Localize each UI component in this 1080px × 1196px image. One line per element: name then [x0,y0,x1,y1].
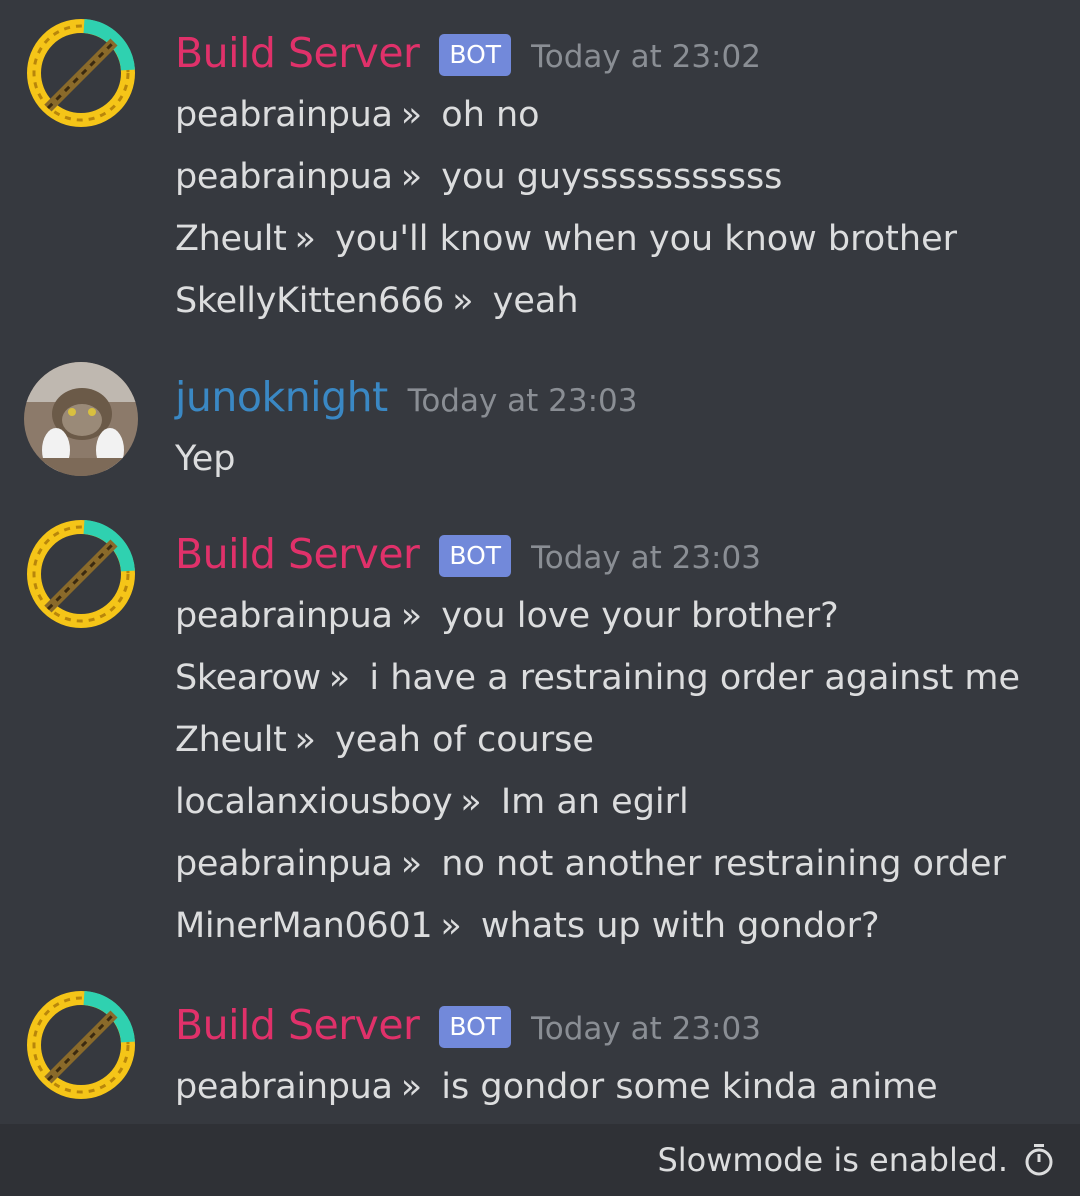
message-line: peabrainpua» oh no [175,84,1080,146]
message-line: SkellyKitten666» yeah [175,270,1080,332]
relay-separator: » [400,596,423,636]
bot-badge: BOT [439,535,512,577]
message-group: Build Server BOT Today at 23:03 peabrain… [0,520,1080,957]
relay-text: whats up with gondor? [480,906,880,946]
message-line: localanxiousboy» Im an egirl [175,771,1080,833]
relay-sender: Zheult [175,219,287,259]
relay-separator: » [294,720,316,760]
message-line: peabrainpua» is gondor some kinda anime [175,1056,1080,1118]
relay-text: is gondor some kinda anime [441,1067,938,1107]
message-line: Zheult» yeah of course [175,709,1080,771]
bot-badge: BOT [439,34,512,76]
relay-text: yeah of course [335,720,594,760]
slowmode-bar: Slowmode is enabled. [0,1124,1080,1196]
message-header: junoknight Today at 23:03 [175,366,1080,428]
relay-separator: » [452,281,474,321]
chat-messages: Build Server BOT Today at 23:02 peabrain… [0,0,1080,1124]
relay-text: you love your brother? [441,596,839,636]
relay-sender: peabrainpua [175,1067,393,1107]
build-server-avatar[interactable] [24,517,138,631]
slowmode-notice: Slowmode is enabled. [657,1141,1008,1179]
relay-separator: » [460,782,482,822]
relay-separator: » [400,157,423,197]
build-server-avatar[interactable] [24,988,138,1102]
relay-sender: peabrainpua [175,157,393,197]
message-group: junoknight Today at 23:03 Yep [0,362,1080,490]
relay-separator: » [400,95,423,135]
relay-text: Im an egirl [500,782,689,822]
message-group: Build Server BOT Today at 23:02 peabrain… [0,19,1080,332]
message-line: Skearow» i have a restraining order agai… [175,647,1080,709]
pickaxe-icon [27,19,135,127]
relay-text: you'll know when you know brother [335,219,957,259]
relay-separator: » [328,658,351,698]
relay-text: no not another restraining order [441,844,1006,884]
message-timestamp: Today at 23:03 [407,383,638,419]
bot-badge: BOT [439,1006,512,1048]
cat-photo-icon [24,362,138,476]
message-header: Build Server BOT Today at 23:02 [175,22,1080,84]
author-name[interactable]: junoknight [175,366,388,428]
relay-sender: SkellyKitten666 [175,281,445,321]
relay-sender: MinerMan0601 [175,906,433,946]
relay-separator: » [440,906,462,946]
relay-sender: Skearow [175,658,321,698]
relay-text: oh no [441,95,540,135]
relay-sender: peabrainpua [175,844,393,884]
author-name[interactable]: Build Server [175,22,420,84]
relay-separator: » [400,844,423,884]
relay-sender: peabrainpua [175,596,393,636]
relay-separator: » [400,1067,423,1107]
author-name[interactable]: Build Server [175,523,420,585]
relay-sender: peabrainpua [175,95,393,135]
message-line: Zheult» you'll know when you know brothe… [175,208,1080,270]
relay-text: you guysssssssssss [441,157,783,197]
junoknight-avatar[interactable] [24,362,138,476]
relay-text: yeah [492,281,579,321]
relay-sender: localanxiousboy [175,782,453,822]
message-group: Build Server BOT Today at 23:03 peabrain… [0,991,1080,1118]
relay-sender: Zheult [175,720,287,760]
relay-separator: » [294,219,316,259]
message-line: peabrainpua» you love your brother? [175,585,1080,647]
message-line: peabrainpua» you guysssssssssss [175,146,1080,208]
message-timestamp: Today at 23:03 [531,1011,761,1047]
build-server-avatar[interactable] [24,16,138,130]
pickaxe-icon [27,520,135,628]
message-line: MinerMan0601» whats up with gondor? [175,895,1080,957]
author-name[interactable]: Build Server [175,994,420,1056]
relay-text: i have a restraining order against me [369,658,1021,698]
message-line: peabrainpua» no not another restraining … [175,833,1080,895]
message-text: Yep [175,439,236,479]
message-header: Build Server BOT Today at 23:03 [175,994,1080,1056]
stopwatch-icon[interactable] [1024,1143,1054,1177]
pickaxe-icon [27,991,135,1099]
message-timestamp: Today at 23:02 [531,39,761,75]
message-header: Build Server BOT Today at 23:03 [175,523,1080,585]
message-timestamp: Today at 23:03 [531,540,761,576]
